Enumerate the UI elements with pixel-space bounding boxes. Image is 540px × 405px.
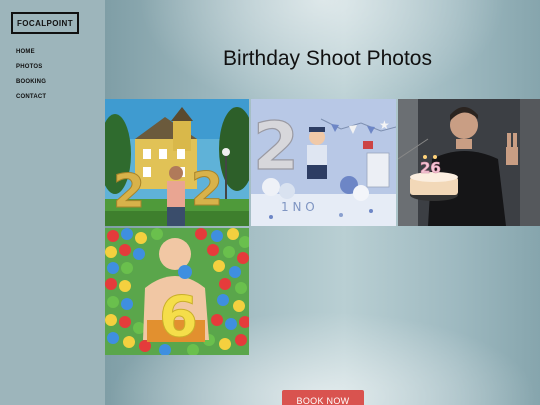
nav-item-booking[interactable]: BOOKING xyxy=(16,78,46,93)
nav-item-home[interactable]: HOME xyxy=(16,48,46,63)
svg-text:2: 2 xyxy=(113,164,145,218)
svg-text:★: ★ xyxy=(379,118,390,132)
photo-26-cake-image: 26 xyxy=(398,99,540,226)
main-nav: HOME PHOTOS BOOKING CONTACT xyxy=(16,48,46,108)
page-title: Birthday Shoot Photos xyxy=(223,47,432,70)
photo-22-balloons-man[interactable]: 2 2 xyxy=(105,99,249,226)
site-logo[interactable]: FOCALPOINT xyxy=(11,12,79,34)
photo-2-balloon-image: ★ ★ 2 1 N O xyxy=(251,99,396,226)
svg-text:1 N O: 1 N O xyxy=(281,200,315,214)
photo-26-cake-man[interactable]: 26 xyxy=(398,99,540,226)
svg-text:2: 2 xyxy=(253,108,299,185)
nav-item-contact[interactable]: CONTACT xyxy=(16,93,46,108)
book-now-button[interactable]: BOOK NOW xyxy=(282,390,364,405)
sidebar: FOCALPOINT HOME PHOTOS BOOKING CONTACT xyxy=(0,0,105,405)
nav-item-photos[interactable]: PHOTOS xyxy=(16,63,46,78)
photo-6-ball-pit-baby[interactable]: 6 xyxy=(105,228,249,355)
svg-text:2: 2 xyxy=(191,162,223,216)
photo-22-balloons-image: 2 2 xyxy=(105,99,249,226)
main-content: Birthday Shoot Photos 2 2 ★ 2 1 N O 26 6… xyxy=(105,0,540,405)
logo-text: FOCALPOINT xyxy=(17,18,73,28)
photo-6-ball-pit-image: 6 xyxy=(105,228,249,355)
svg-text:6: 6 xyxy=(159,285,198,350)
photo-2-balloon-toddler[interactable]: ★ ★ 2 1 N O xyxy=(251,99,396,226)
svg-text:26: 26 xyxy=(420,159,441,177)
